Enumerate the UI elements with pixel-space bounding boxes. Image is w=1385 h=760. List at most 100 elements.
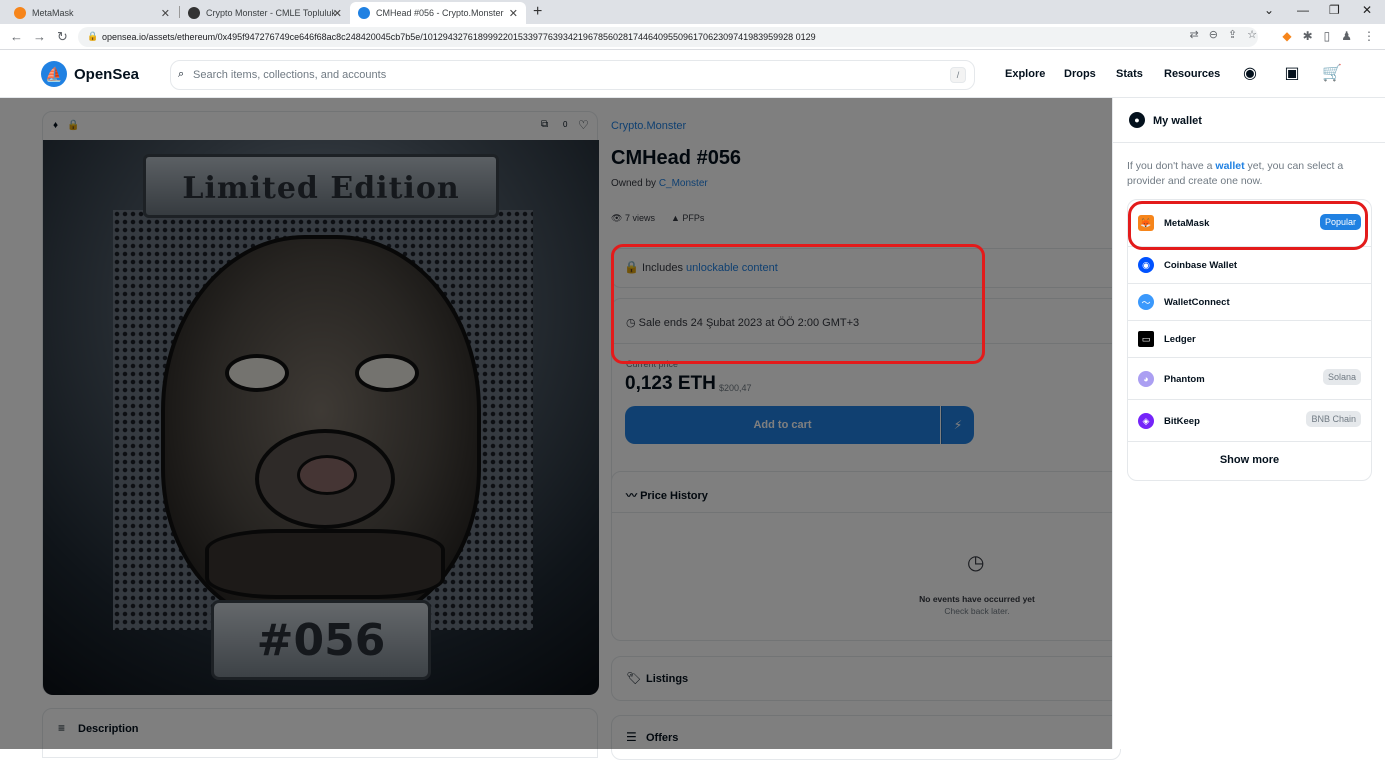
add-to-cart-button[interactable]: Add to cart <box>625 406 940 444</box>
tab-metamask[interactable]: MetaMask ✕ <box>6 2 178 24</box>
wallet-option-phantom[interactable]: ◕ Phantom Solana <box>1128 358 1371 400</box>
ethereum-icon: ♦ <box>53 120 59 131</box>
metamask-extension-icon[interactable]: ◆ <box>1282 29 1291 43</box>
profile-avatar-icon[interactable]: ♟ <box>1341 29 1352 43</box>
wallet-name: Phantom <box>1164 374 1205 385</box>
empty-clock-icon: ◷ <box>967 552 985 574</box>
asset-stats: 👁 7 views ▲ PFPs <box>611 213 704 224</box>
monster-favicon-icon <box>188 7 200 19</box>
wallet-option-walletconnect[interactable]: 〜 WalletConnect <box>1128 284 1371 321</box>
buy-now-bolt-button[interactable]: ⚡ <box>941 406 974 444</box>
show-more-button[interactable]: Show more <box>1128 440 1371 480</box>
cart-icon[interactable]: 🛒 <box>1322 63 1342 83</box>
nft-image[interactable]: Limited Edition #056 <box>43 140 599 695</box>
minimize-icon[interactable]: — <box>1297 3 1309 17</box>
owned-prefix: Owned by <box>611 178 657 189</box>
wallet-link[interactable]: wallet <box>1215 160 1244 172</box>
bookmark-star-icon[interactable]: ☆ <box>1247 28 1257 41</box>
description-section[interactable]: ≡ Description <box>42 708 598 758</box>
translate-icon[interactable]: ⇄ <box>1189 28 1198 41</box>
owner-link[interactable]: C_Monster <box>659 178 708 189</box>
monster-dog-face <box>161 235 481 625</box>
category-text: PFPs <box>682 213 705 223</box>
bitkeep-icon: ◈ <box>1138 413 1154 429</box>
price-highlight-annotation <box>611 244 985 364</box>
browser-tab-bar: MetaMask ✕ Crypto Monster - CMLE Toplulu… <box>0 0 1385 24</box>
opensea-logo[interactable]: ⛵ OpenSea <box>41 61 139 87</box>
intro-prefix: If you don't have a <box>1127 160 1213 172</box>
close-icon[interactable]: ✕ <box>509 7 518 20</box>
url-field[interactable]: 🔒 opensea.io/assets/ethereum/0x495f94727… <box>78 27 1258 47</box>
nav-explore[interactable]: Explore <box>1005 68 1045 80</box>
wallet-option-ledger[interactable]: ▭ Ledger <box>1128 321 1371 358</box>
limited-edition-banner: Limited Edition <box>143 154 499 218</box>
listings-section[interactable]: 🏷 Listings <box>611 656 1121 701</box>
wallet-panel: ● My wallet If you don't have a wallet y… <box>1112 98 1385 749</box>
close-icon[interactable]: ✕ <box>161 7 170 20</box>
price-history-section: 〰 Price History ◷ No events have occurre… <box>611 471 1121 641</box>
number-plate: #056 <box>211 600 431 680</box>
nav-stats[interactable]: Stats <box>1116 68 1143 80</box>
window-close-icon[interactable]: ✕ <box>1362 3 1372 17</box>
forward-arrow-icon[interactable]: → <box>33 29 46 44</box>
restore-icon[interactable]: ❐ <box>1329 3 1340 17</box>
divider <box>612 512 1120 513</box>
tab-label: Crypto Monster - CMLE Topluluk <box>206 8 336 18</box>
collection-link[interactable]: Crypto.Monster <box>611 120 686 132</box>
plate-text: #056 <box>256 615 386 666</box>
wallet-icon[interactable]: ▣ <box>1282 63 1302 83</box>
wallet-option-coinbase[interactable]: ◉ Coinbase Wallet <box>1128 247 1371 284</box>
nav-drops[interactable]: Drops <box>1064 68 1096 80</box>
tab-label: MetaMask <box>32 8 74 18</box>
user-circle-icon: ● <box>1129 112 1145 128</box>
back-arrow-icon[interactable]: ← <box>10 29 23 44</box>
menu-kebab-icon[interactable]: ⋮ <box>1363 29 1375 43</box>
price-history-header[interactable]: 〰 Price History <box>626 487 708 503</box>
views-stat: 👁 7 views <box>611 213 655 224</box>
wallet-option-bitkeep[interactable]: ◈ BitKeep BNB Chain <box>1128 400 1371 442</box>
account-icon[interactable]: ◉ <box>1240 63 1260 83</box>
zoom-icon[interactable]: ⊖ <box>1209 28 1218 41</box>
new-tab-button[interactable]: + <box>533 3 542 21</box>
check-back-text: Check back later. <box>944 606 1010 616</box>
tab-crypto-monster[interactable]: Crypto Monster - CMLE Topluluk ✕ <box>180 2 350 24</box>
price-usd: $200,47 <box>719 383 752 393</box>
nft-image-card: ♦ 🔒 ⧉ 0 ♡ Limited Edition #056 <box>42 111 599 695</box>
tab-cmhead[interactable]: CMHead #056 - Crypto.Monster ✕ <box>350 2 526 24</box>
external-link-icon[interactable]: ⧉ <box>541 119 548 130</box>
offers-list-icon: ☰ <box>626 730 637 744</box>
reload-icon[interactable]: ↻ <box>57 29 68 45</box>
eye-icon: 👁 <box>611 213 623 223</box>
search-shortcut-key: / <box>950 67 966 83</box>
heart-icon[interactable]: ♡ <box>578 118 589 132</box>
share-icon[interactable]: ⇪ <box>1228 28 1237 41</box>
owned-by: Owned by C_Monster <box>611 178 708 189</box>
listings-label: Listings <box>646 673 689 685</box>
snout <box>255 429 395 529</box>
close-icon[interactable]: ✕ <box>333 7 342 20</box>
logo-text: OpenSea <box>74 65 140 83</box>
trend-icon: 〰 <box>626 490 637 502</box>
side-panel-icon[interactable]: ▯ <box>1324 29 1331 43</box>
walletconnect-icon: 〜 <box>1138 294 1154 310</box>
offers-section[interactable]: ☰ Offers <box>611 715 1121 760</box>
category-stat[interactable]: ▲ PFPs <box>671 213 704 224</box>
banner-text: Limited Edition <box>182 171 460 206</box>
asset-page: ♦ 🔒 ⧉ 0 ♡ Limited Edition #056 ≡ Descrip… <box>0 98 1121 760</box>
ledger-icon: ▭ <box>1138 331 1154 347</box>
opensea-header: ⛵ OpenSea ⌕ Search items, collections, a… <box>0 50 1385 98</box>
tab-search-icon[interactable]: ⌄ <box>1264 3 1274 17</box>
views-text: 7 views <box>624 213 655 223</box>
price-history-label: Price History <box>640 490 708 502</box>
chain-badge: Solana <box>1322 369 1361 385</box>
wallet-name: Ledger <box>1164 334 1196 345</box>
tag-icon: 🏷 <box>626 671 642 685</box>
nav-resources[interactable]: Resources <box>1164 68 1220 80</box>
phantom-icon: ◕ <box>1138 371 1154 387</box>
category-icon: ▲ <box>670 213 680 223</box>
left-eye <box>225 354 289 392</box>
puzzle-extensions-icon[interactable]: ✱ <box>1303 29 1313 43</box>
favorites-count: 0 <box>563 120 568 129</box>
search-input[interactable]: ⌕ Search items, collections, and account… <box>170 60 975 90</box>
opensea-boat-icon: ⛵ <box>41 61 67 87</box>
